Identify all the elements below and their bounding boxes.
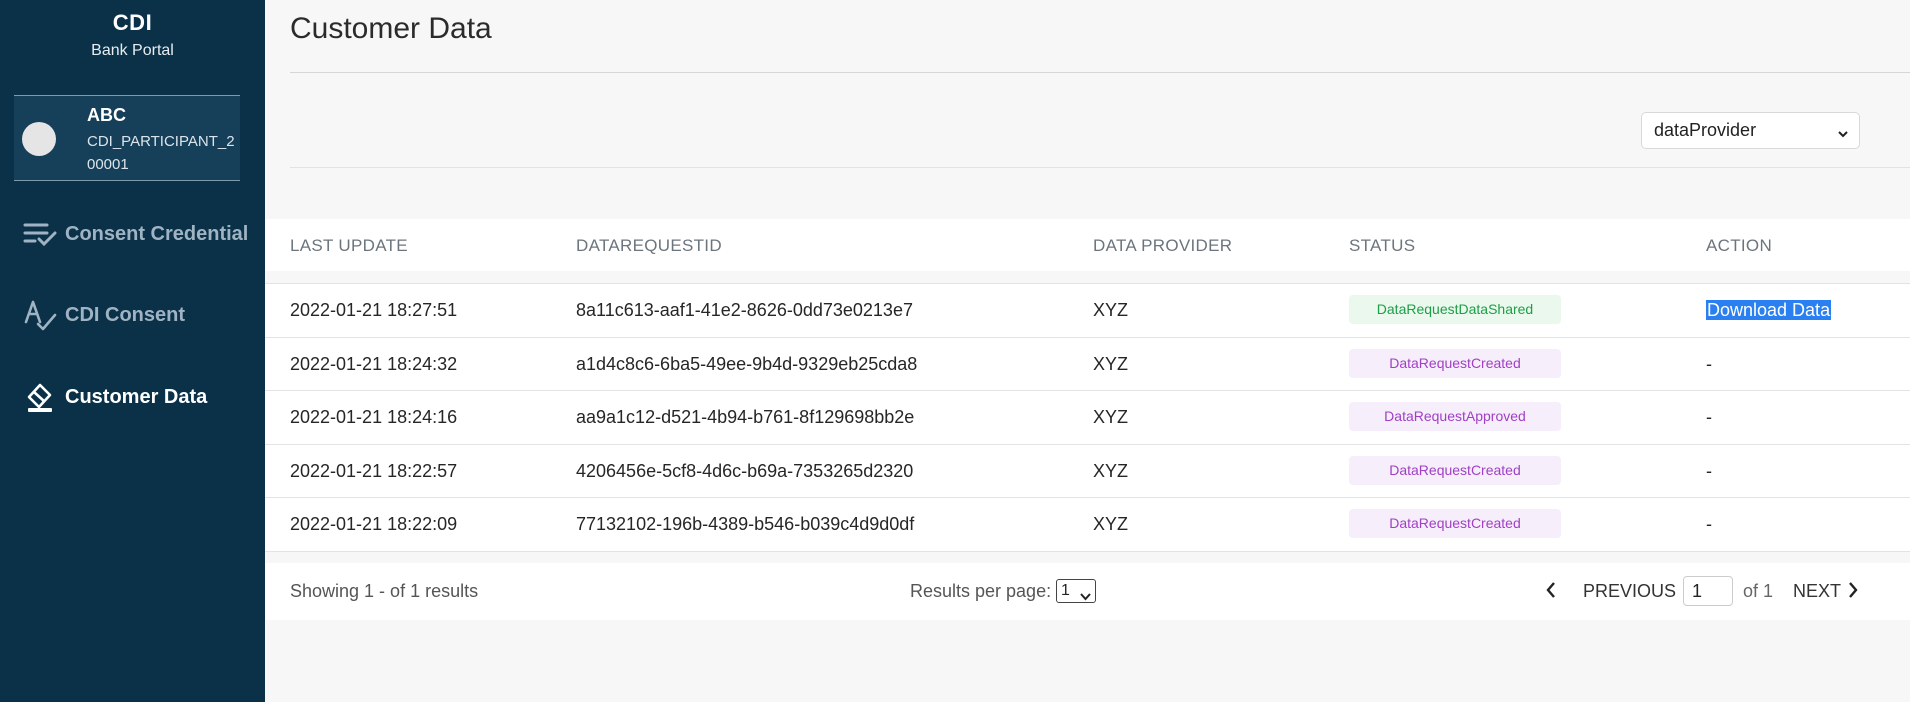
brand-title: CDI (112, 10, 153, 35)
user-id: CDI_PARTICIPANT_200001 (87, 133, 235, 173)
results-per-page-value: 1 (1061, 582, 1070, 599)
cell-data-provider: XYZ (1093, 514, 1129, 535)
cell-last-update: 2022-01-21 18:24:32 (290, 353, 458, 374)
table-row: 2022-01-21 18:22:57 4206456e-5cf8-4d6c-b… (265, 445, 1910, 499)
brand-subtitle: Bank Portal (91, 42, 174, 59)
sidebar-item-label: Customer Data (65, 385, 208, 408)
previous-button[interactable]: PREVIOUS (1583, 581, 1676, 602)
status-badge: DataRequestCreated (1349, 509, 1561, 539)
cell-datarequestid: 4206456e-5cf8-4d6c-b69a-7353265d2320 (576, 460, 914, 481)
download-data-link[interactable]: Download Data (1706, 300, 1832, 320)
cell-datarequestid: a1d4c8c6-6ba5-49ee-9b4d-9329eb25cda8 (576, 353, 918, 374)
brand: CDI Bank Portal (0, 0, 265, 60)
data-provider-select-value: dataProvider (1654, 120, 1757, 140)
cell-action: - (1706, 460, 1712, 481)
chevron-down-icon (1837, 124, 1849, 145)
table-row: 2022-01-21 18:24:16 aa9a1c12-d521-4b94-b… (265, 391, 1910, 445)
status-badge: DataRequestDataShared (1349, 295, 1561, 324)
main-content: Customer Data dataProvider LAST UPDATE D… (265, 0, 1910, 702)
cell-last-update: 2022-01-21 18:24:16 (290, 407, 458, 428)
results-count: Showing 1 - of 1 results (290, 581, 479, 601)
user-name: ABC (87, 105, 126, 125)
chevron-left-icon[interactable] (1545, 581, 1557, 604)
checklist-icon (20, 214, 60, 254)
cell-datarequestid: 8a11c613-aaf1-41e2-8626-0dd73e0213e7 (576, 300, 913, 320)
column-header-status[interactable]: STATUS (1349, 236, 1415, 256)
status-badge: DataRequestCreated (1349, 455, 1561, 485)
cell-last-update: 2022-01-21 18:22:09 (290, 514, 458, 535)
chevron-down-icon (1080, 587, 1091, 609)
cell-last-update: 2022-01-21 18:22:57 (290, 460, 458, 481)
column-header-data-provider[interactable]: DATA PROVIDER (1093, 236, 1232, 256)
table-header: LAST UPDATE DATAREQUESTID DATA PROVIDER … (265, 219, 1910, 271)
pagination-footer: Showing 1 - of 1 results Results per pag… (265, 563, 1910, 620)
page-title: Customer Data (290, 12, 492, 45)
cell-action: - (1706, 407, 1712, 428)
sidebar-item-label: CDI Consent (65, 303, 185, 326)
cell-data-provider: XYZ (1093, 300, 1129, 320)
chevron-right-icon[interactable] (1847, 581, 1859, 604)
sidebar-item-cdi-consent[interactable]: CDI Consent (0, 290, 265, 340)
column-header-datarequestid[interactable]: DATAREQUESTID (576, 236, 722, 256)
status-badge: DataRequestCreated (1349, 348, 1561, 378)
sidebar-item-customer-data[interactable]: Customer Data (0, 372, 265, 422)
sidebar-item-label: Consent Credential (65, 222, 249, 245)
status-badge: DataRequestApproved (1349, 402, 1561, 432)
page-number-input[interactable]: 1 (1683, 576, 1733, 606)
cell-data-provider: XYZ (1093, 460, 1129, 481)
user-card[interactable]: ABC CDI_PARTICIPANT_200001 (14, 95, 240, 181)
avatar (22, 122, 56, 156)
page-total: of 1 (1743, 581, 1774, 601)
table-row: 2022-01-21 18:22:09 77132102-196b-4389-b… (265, 498, 1910, 552)
column-header-action[interactable]: ACTION (1706, 236, 1772, 256)
table-row: 2022-01-21 18:24:32 a1d4c8c6-6ba5-49ee-9… (265, 338, 1910, 392)
divider (290, 167, 1910, 168)
sidebar-item-consent-credential[interactable]: Consent Credential (0, 209, 265, 259)
cell-action: - (1706, 353, 1712, 374)
table-body: 2022-01-21 18:27:51 8a11c613-aaf1-41e2-8… (265, 283, 1910, 552)
divider (290, 72, 1910, 73)
data-provider-select[interactable]: dataProvider (1641, 112, 1860, 149)
download-data-link-cell: Download Data (1706, 300, 1832, 321)
sidebar: CDI Bank Portal ABC CDI_PARTICIPANT_2000… (0, 0, 265, 702)
cell-datarequestid: aa9a1c12-d521-4b94-b761-8f129698bb2e (576, 407, 915, 428)
next-button[interactable]: NEXT (1793, 581, 1841, 602)
cell-action: - (1706, 514, 1712, 535)
signature-check-icon (20, 295, 60, 335)
cell-datarequestid: 77132102-196b-4389-b546-b039c4d9d0df (576, 514, 915, 535)
cell-data-provider: XYZ (1093, 353, 1129, 374)
cell-last-update: 2022-01-21 18:27:51 (290, 300, 458, 320)
eraser-icon (20, 377, 60, 417)
column-header-last-update[interactable]: LAST UPDATE (290, 236, 408, 256)
table-row: 2022-01-21 18:27:51 8a11c613-aaf1-41e2-8… (265, 284, 1910, 338)
results-per-page-select[interactable]: 1 (1056, 579, 1096, 603)
cell-data-provider: XYZ (1093, 407, 1129, 428)
results-per-page-label: Results per page: (910, 581, 1052, 601)
